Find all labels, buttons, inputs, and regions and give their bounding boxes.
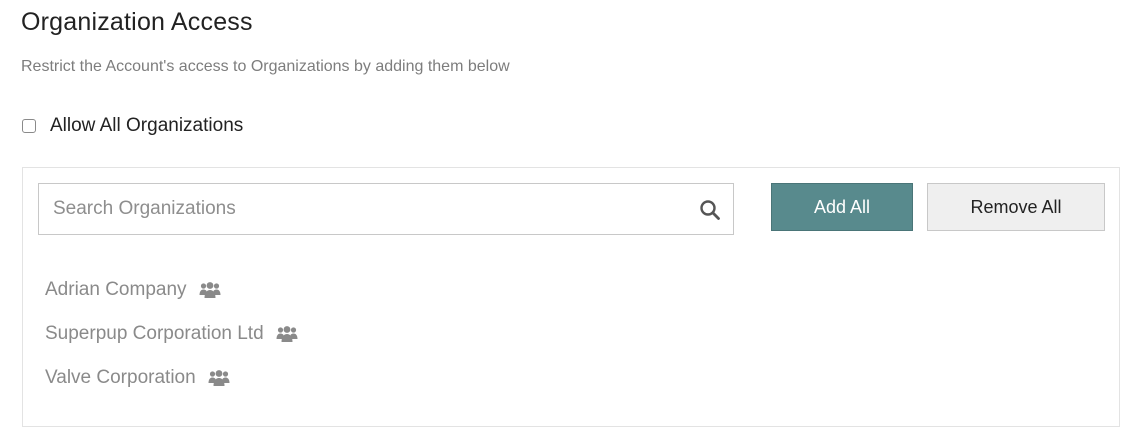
allow-all-checkbox[interactable] <box>22 119 36 133</box>
list-item[interactable]: Adrian Company <box>45 268 298 312</box>
page-subtitle: Restrict the Account's access to Organiz… <box>21 58 510 75</box>
add-all-button[interactable]: Add All <box>771 183 913 231</box>
organization-name: Adrian Company <box>45 279 187 300</box>
list-item[interactable]: Superpup Corporation Ltd <box>45 312 298 356</box>
users-icon <box>276 325 298 343</box>
list-item[interactable]: Valve Corporation <box>45 356 298 400</box>
users-icon <box>199 281 221 299</box>
organization-name: Valve Corporation <box>45 367 196 388</box>
page-title: Organization Access <box>21 8 253 36</box>
search-icon[interactable] <box>699 199 721 221</box>
remove-all-button[interactable]: Remove All <box>927 183 1105 231</box>
allow-all-organizations-toggle[interactable]: Allow All Organizations <box>22 115 243 137</box>
allow-all-label: Allow All Organizations <box>50 115 244 136</box>
search-input[interactable] <box>39 184 679 234</box>
users-icon <box>208 369 230 387</box>
organizations-panel: Add All Remove All Adrian Company Superp… <box>22 167 1120 427</box>
search-box <box>38 183 734 235</box>
organization-list: Adrian Company Superpup Corporation Ltd <box>45 268 298 400</box>
organization-name: Superpup Corporation Ltd <box>45 323 264 344</box>
